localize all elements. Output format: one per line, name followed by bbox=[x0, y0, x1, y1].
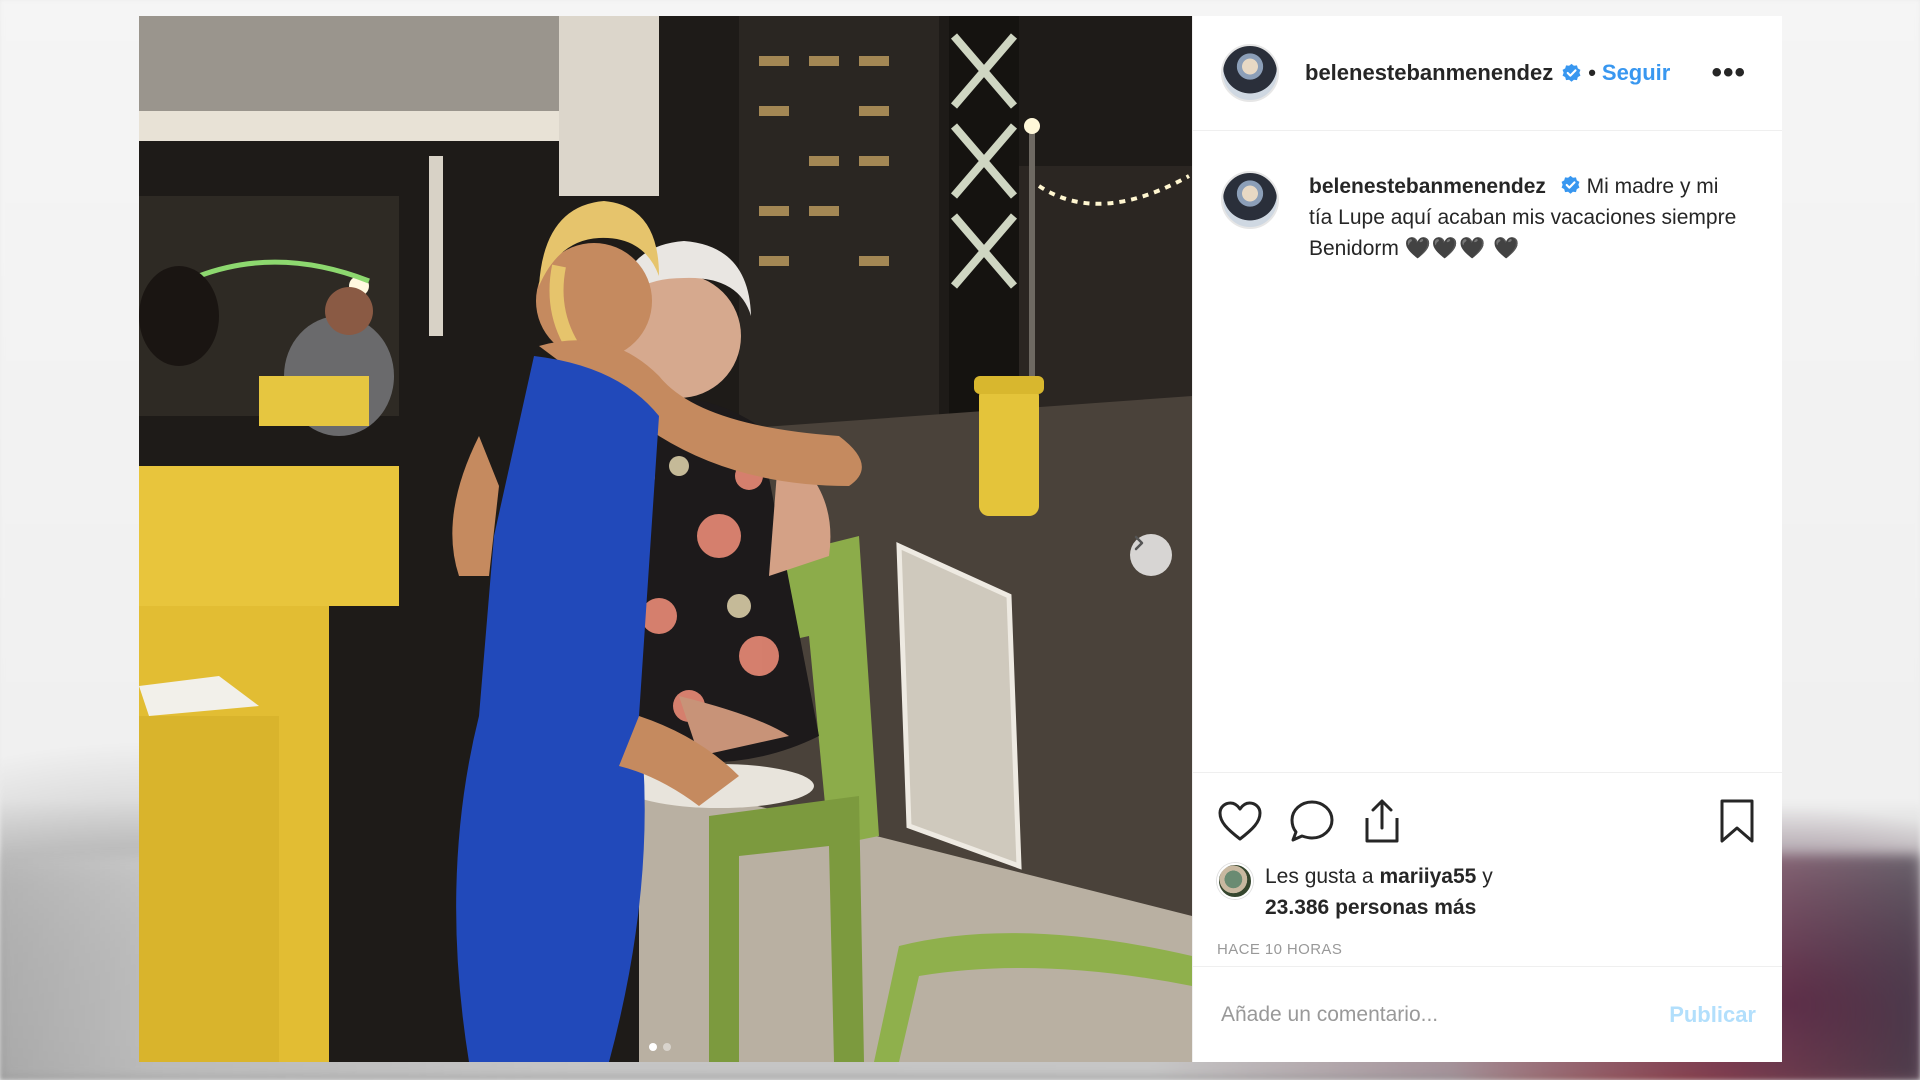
caption-username[interactable]: belenestebanmenendez bbox=[1309, 175, 1546, 198]
like-button[interactable] bbox=[1217, 800, 1263, 842]
liker-avatar[interactable] bbox=[1217, 863, 1253, 899]
chevron-right-icon bbox=[1134, 535, 1144, 551]
caption-text-block: belenestebanmenendez Mi madre y mi tía L… bbox=[1309, 171, 1741, 264]
author-avatar[interactable] bbox=[1221, 44, 1279, 102]
post-timestamp[interactable]: HACE 10 HORAS bbox=[1217, 941, 1758, 958]
bookmark-icon bbox=[1720, 799, 1754, 843]
share-icon bbox=[1365, 799, 1399, 843]
share-button[interactable] bbox=[1361, 798, 1403, 844]
header-separator: • bbox=[1588, 60, 1596, 85]
carousel-indicator bbox=[649, 1043, 671, 1051]
carousel-next-button[interactable] bbox=[1130, 534, 1172, 576]
heart-icon bbox=[1218, 801, 1262, 841]
post-modal: belenestebanmenendez • Seguir ••• belene… bbox=[139, 16, 1782, 1062]
comment-form: Publicar bbox=[1193, 966, 1782, 1062]
post-header: belenestebanmenendez • Seguir ••• bbox=[1193, 16, 1782, 131]
comment-bubble-icon bbox=[1290, 800, 1334, 842]
post-actions-area: Les gusta a mariiya55 y 23.386 personas … bbox=[1193, 772, 1782, 958]
likes-middle: y bbox=[1482, 865, 1493, 888]
save-button[interactable] bbox=[1718, 798, 1756, 844]
post-caption: belenestebanmenendez Mi madre y mi tía L… bbox=[1221, 171, 1741, 264]
verified-badge-icon bbox=[1561, 175, 1580, 194]
post-photo bbox=[139, 16, 1192, 1062]
likes-text: Les gusta a mariiya55 y 23.386 personas … bbox=[1265, 861, 1493, 923]
comment-button[interactable] bbox=[1289, 799, 1335, 843]
comment-input[interactable] bbox=[1221, 1002, 1670, 1027]
author-username[interactable]: belenestebanmenendez bbox=[1305, 60, 1553, 86]
liker-username[interactable]: mariiya55 bbox=[1379, 865, 1476, 888]
likes-count[interactable]: 23.386 personas más bbox=[1265, 896, 1476, 919]
action-bar bbox=[1217, 789, 1758, 853]
carousel-dot-2[interactable] bbox=[663, 1043, 671, 1051]
more-options-icon[interactable]: ••• bbox=[1711, 58, 1746, 88]
caption-hearts: 🖤🖤🖤 🖤 bbox=[1404, 237, 1521, 260]
verified-badge-icon bbox=[1562, 63, 1581, 82]
photo-illustration bbox=[139, 16, 1192, 1062]
publish-button[interactable]: Publicar bbox=[1669, 1002, 1756, 1028]
likes-prefix: Les gusta a bbox=[1265, 865, 1374, 888]
carousel-dot-1[interactable] bbox=[649, 1043, 657, 1051]
likes-summary: Les gusta a mariiya55 y 23.386 personas … bbox=[1217, 861, 1758, 923]
caption-author-avatar[interactable] bbox=[1221, 171, 1279, 229]
post-side-panel: belenestebanmenendez • Seguir ••• belene… bbox=[1192, 16, 1782, 1062]
follow-button[interactable]: Seguir bbox=[1602, 60, 1670, 86]
